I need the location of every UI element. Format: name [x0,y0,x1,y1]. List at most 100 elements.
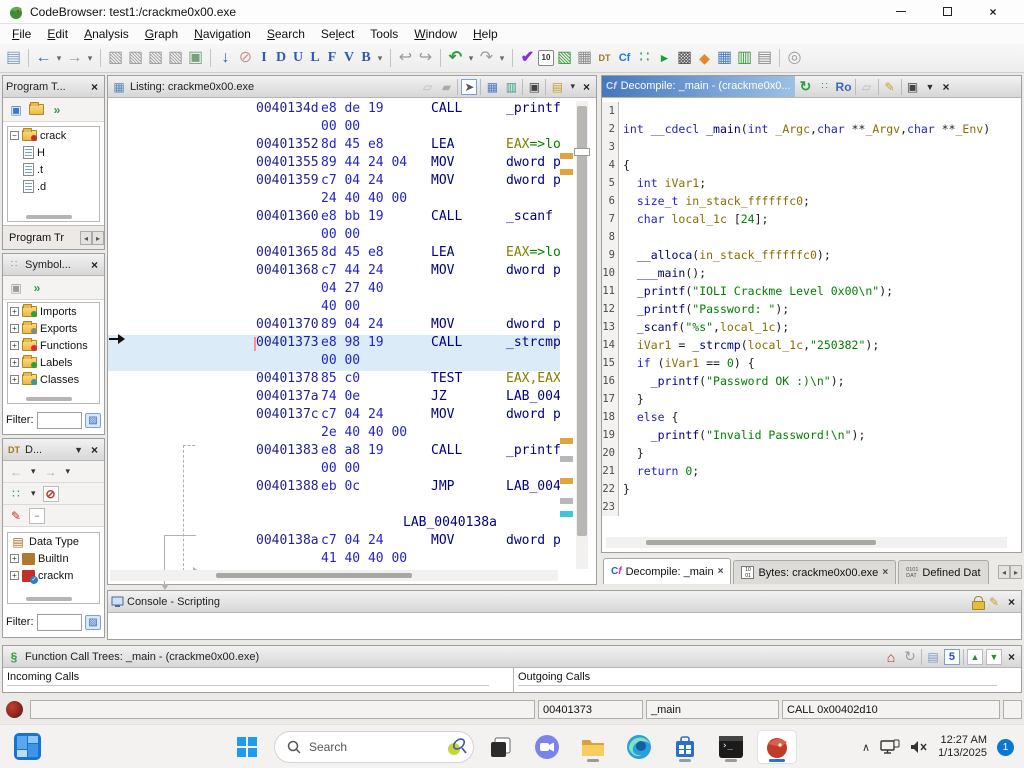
run-script-button[interactable]: ► [655,48,674,69]
code-line[interactable]: 16 _printf("Password OK :)\n"); [602,372,1021,390]
panel-menu-icon[interactable]: ▼ [72,445,85,455]
call-tree-button[interactable]: ∷ [635,48,654,69]
symbol-references-button[interactable]: ▥ [735,48,754,69]
listing-row[interactable]: 41 40 40 00 [108,551,560,569]
code-line[interactable]: 17 } [602,390,1021,408]
expand-icon[interactable]: + [10,554,19,563]
decompiler-button[interactable]: Cf [615,48,634,69]
code-line[interactable]: 1 [602,102,1021,120]
diff-view-icon[interactable]: ▥ [503,79,519,95]
disassembly-listing[interactable]: 0040134de8 de 19CALL_printf00 0000401352… [108,101,596,569]
tree-item-builtin[interactable]: +BuiltIn [8,550,99,567]
code-line[interactable]: 10 ___main(); [602,264,1021,282]
redo-dropdown[interactable]: ▾ [497,48,507,69]
terminal-icon[interactable]: ›_ [712,731,750,763]
listing-row[interactable]: 0040138ac7 04 24MOVdword pt [108,533,560,551]
program-trees-close-icon[interactable]: × [88,80,101,94]
paste-icon[interactable]: ▰ [438,79,454,95]
expand-icon[interactable]: + [10,571,19,580]
stop-button[interactable]: ⊘ [236,48,255,69]
code-line[interactable]: 8 [602,228,1021,246]
clock[interactable]: 12:27 AM 1/13/2025 [938,734,987,760]
scroll-lock-icon[interactable] [972,596,983,608]
code-line[interactable]: 9 __alloca(in_stack_ffffffc0); [602,246,1021,264]
home-icon[interactable]: ⌂ [883,649,899,665]
code-line[interactable]: 22} [602,480,1021,498]
minimize-button[interactable] [878,0,924,23]
data-type-manager-close-icon[interactable]: × [88,443,101,457]
code-line[interactable]: 20 } [602,444,1021,462]
go-to-button[interactable]: ↓ [216,48,235,69]
listing-row[interactable]: 0040137cc7 04 24MOVdword pt [108,407,560,425]
edit-icon[interactable]: ✎ [986,594,1002,610]
symbol-table-button[interactable]: ▦ [715,48,734,69]
search-box[interactable]: Search [274,731,474,763]
rotate-icon[interactable]: Ro [836,79,852,95]
listing-row[interactable]: 004013528d 45 e8LEAEAX=>loc [108,137,560,155]
archive-button[interactable]: ▤ [755,48,774,69]
listing-row[interactable]: 00 00 [108,119,560,137]
listing-row[interactable]: 00401373e8 98 19CALL_strcmp [108,335,560,353]
code-line[interactable]: 4{ [602,156,1021,174]
associations-icon[interactable]: ∷ [8,486,24,502]
tree-item-data-type-root[interactable]: ▤Data Type [8,533,99,550]
processor-button[interactable]: ▩ [675,48,694,69]
tab-close-icon[interactable]: × [718,566,724,577]
close-button[interactable]: × [970,0,1016,23]
listing-row[interactable]: 00 00 [108,461,560,479]
h-scroll-thumb[interactable] [26,597,72,601]
tab-data[interactable]: 0101DATDefined Dat [898,560,988,584]
menu-item-edit[interactable]: Edit [39,25,76,43]
incoming-calls-pane[interactable]: Incoming Calls [3,668,513,692]
letter-v-button[interactable]: V [341,48,357,69]
data-type-manager-button[interactable]: DT [595,48,614,69]
header-dropdown-icon[interactable]: ▼ [924,82,937,92]
redo-button[interactable]: ↷ [477,48,496,69]
letter-i-button[interactable]: I [256,48,272,69]
listing-row[interactable]: 00401359c7 04 24MOVdword pt [108,173,560,191]
notification-badge[interactable]: 1 [997,739,1014,756]
listing-row[interactable]: 0040137089 04 24MOVdword pt [108,317,560,335]
toggle-margin-icon[interactable]: ▤ [549,79,565,95]
listing-row[interactable]: 00401360e8 bb 19CALL_scanf [108,209,560,227]
symbol-tree-item-labels[interactable]: +Labels [8,354,99,371]
letter-u-button[interactable]: U [290,48,306,69]
outgoing-calls-pane[interactable]: Outgoing Calls [514,668,1021,692]
bookmark-button[interactable]: ◆ [695,48,714,69]
tab-scroll-left-icon[interactable]: ◂ [998,565,1010,579]
code-line[interactable]: 11 _printf("IOLI Crackme Level 0x00\n"); [602,282,1021,300]
header-dropdown-icon[interactable]: ▾ [568,81,577,92]
depth-page-icon[interactable]: ▤ [925,649,941,665]
listing-row[interactable]: 00 00 [108,227,560,245]
menu-item-graph[interactable]: Graph [137,25,186,43]
code-line[interactable]: 6 size_t in_stack_ffffffc0; [602,192,1021,210]
clear-code-button[interactable]: ▧ [106,48,125,69]
tab-decompile[interactable]: CfDecompile: _main× [603,558,731,584]
listing-row[interactable]: 2e 40 40 00 [108,425,560,443]
ghidra-taskbar-icon[interactable] [758,731,796,763]
decompile-close-icon[interactable]: × [939,80,952,94]
edge-browser-icon[interactable] [620,731,658,763]
collapse-icon[interactable]: − [10,131,19,140]
open-folder-icon[interactable] [29,104,44,115]
console-close-icon[interactable]: × [1005,595,1018,609]
memory-map-button[interactable]: ▦ [575,48,594,69]
console-output[interactable] [108,613,1021,639]
listing-row[interactable]: 0040137885 c0TESTEAX,EAX [108,371,560,389]
decompile-hscrollbar[interactable] [606,537,1007,548]
listing-row[interactable]: 0040134de8 de 19CALL_printf [108,101,560,119]
filter-options-icon[interactable]: ▨ [85,615,101,630]
conflict-mode-icon[interactable]: ⊘ [43,486,59,502]
symbol-tree-item-functions[interactable]: +Functions [8,337,99,354]
listing-row[interactable]: LAB_0040138a [108,515,560,533]
back-dropdown[interactable]: ▾ [54,48,64,69]
tree-item-section[interactable]: .d [8,178,99,195]
code-line[interactable]: 3 [602,138,1021,156]
code-line[interactable]: 5 int iVar1; [602,174,1021,192]
listing-row[interactable]: 24 40 40 00 [108,191,560,209]
symbol-tree-item-imports[interactable]: +Imports [8,303,99,320]
code-line[interactable]: 23 [602,498,1021,516]
menu-item-search[interactable]: Search [259,25,313,43]
goto-symbol-icon[interactable]: » [29,280,45,296]
code-line[interactable]: 2int __cdecl _main(int _Argc,char **_Arg… [602,120,1021,138]
